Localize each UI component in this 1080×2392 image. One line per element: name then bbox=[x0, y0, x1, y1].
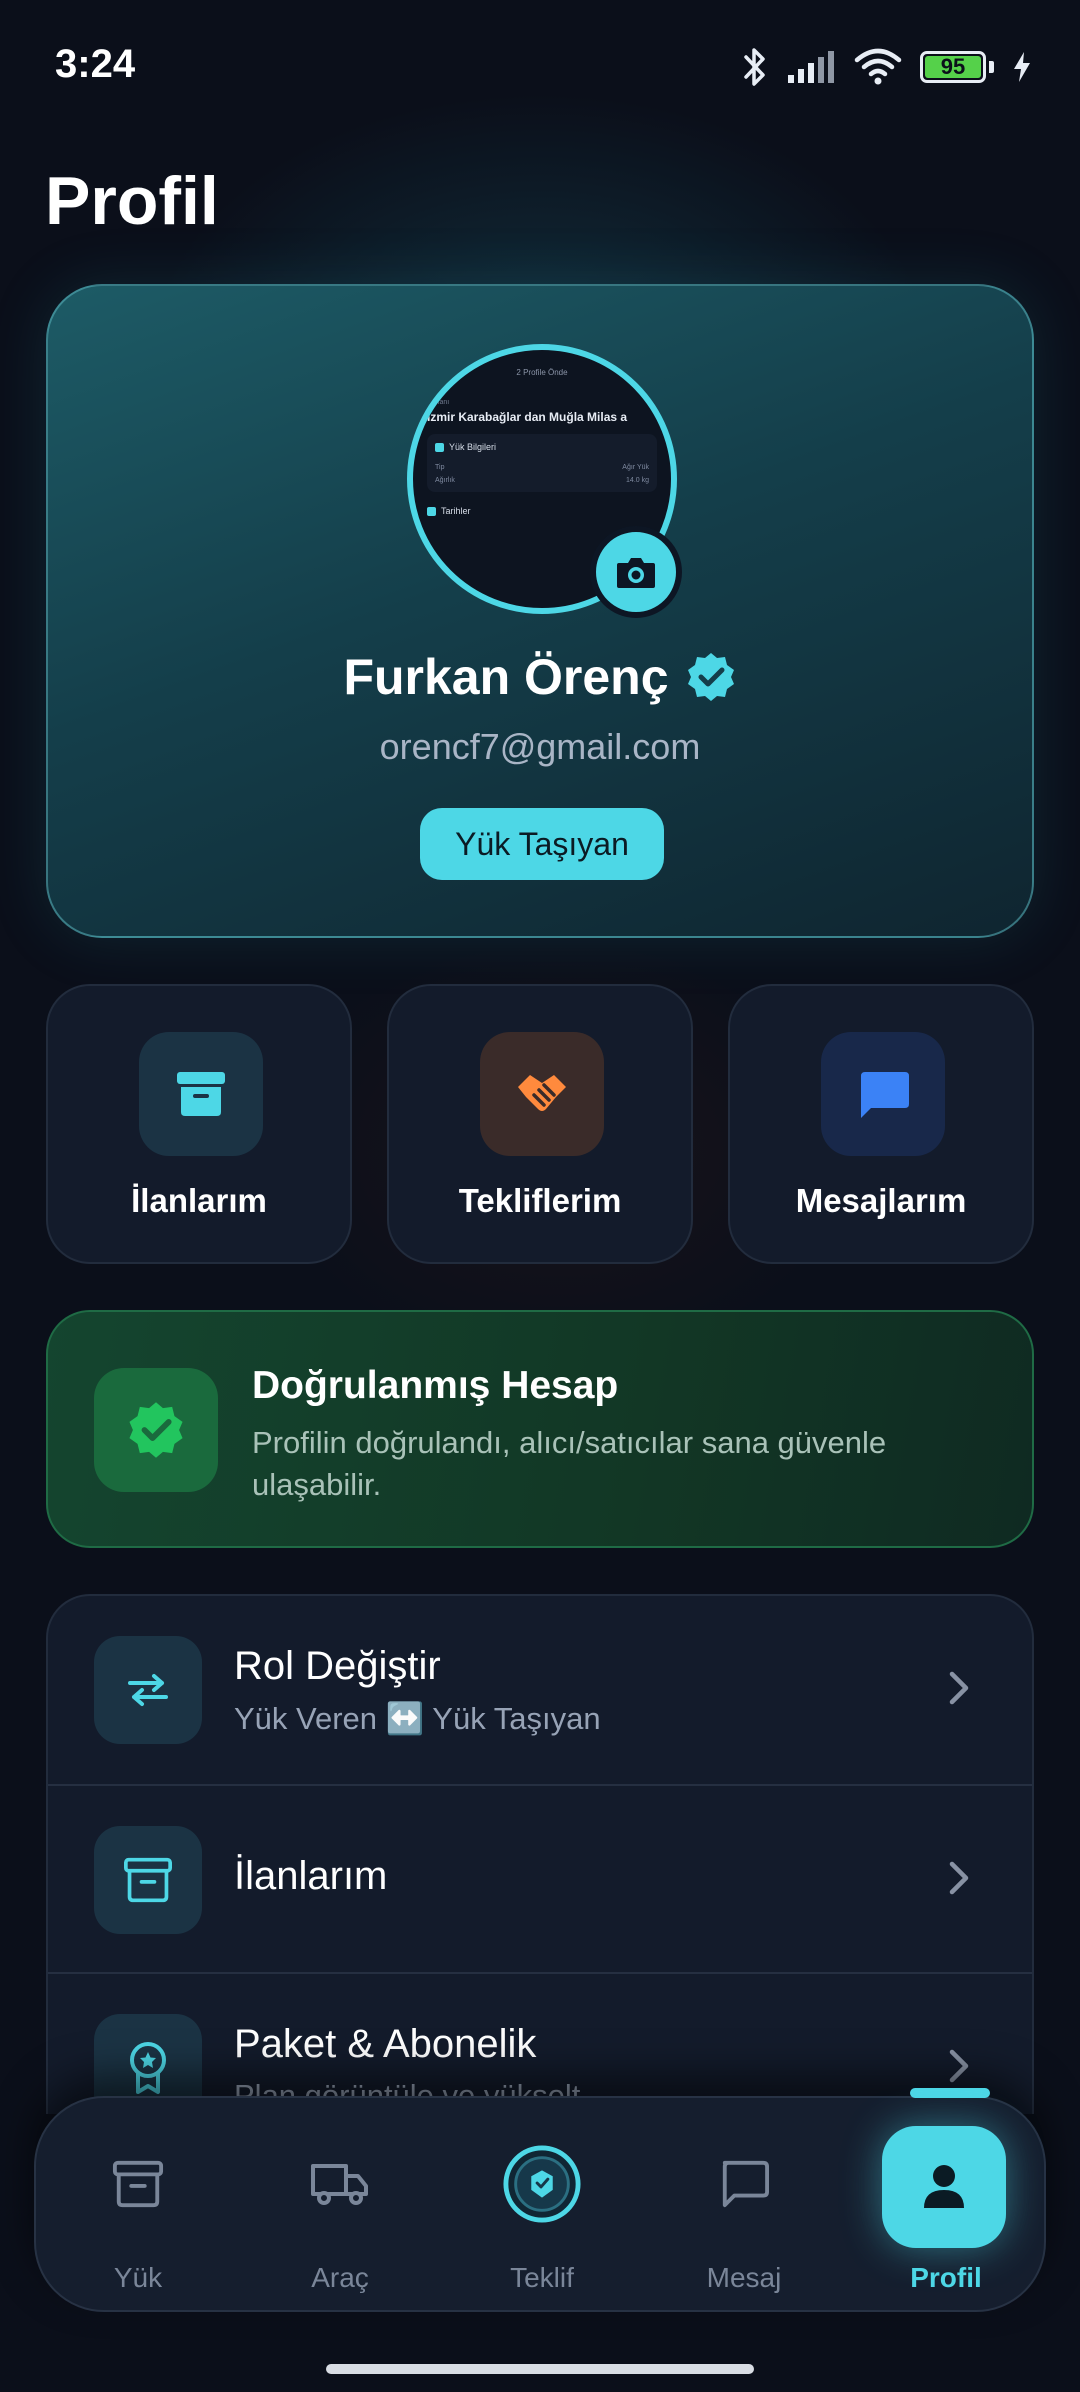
quick-action-label: Mesajlarım bbox=[795, 1182, 967, 1219]
menu-item-title: Rol Değiştir bbox=[234, 1644, 441, 1688]
nav-tab-teklif[interactable]: Teklif bbox=[442, 2098, 642, 2314]
chat-bubble-icon bbox=[861, 1072, 909, 1118]
quick-action-label: Tekliflerim bbox=[458, 1182, 622, 1219]
nav-label: Profil bbox=[910, 2262, 982, 2293]
verified-description: Profilin doğrulandı, alıcı/satıcılar san… bbox=[252, 1425, 887, 1502]
chat-bubble-icon bbox=[722, 2160, 769, 2208]
change-photo-button[interactable] bbox=[590, 526, 682, 618]
menu-item-subtitle: Yük Veren ↔️ Yük Taşıyan bbox=[234, 1701, 601, 1736]
archive-box-icon bbox=[124, 1857, 172, 1903]
home-indicator[interactable] bbox=[326, 2364, 754, 2374]
nav-label: Araç bbox=[311, 2262, 369, 2293]
quick-action-ilanlarim[interactable]: İlanlarım bbox=[46, 984, 352, 1264]
archive-box-icon bbox=[177, 1072, 225, 1116]
award-badge-icon bbox=[130, 2042, 166, 2094]
camera-icon bbox=[617, 558, 655, 588]
menu-item-rol-degistir[interactable]: Rol Değiştir Yük Veren ↔️ Yük Taşıyan bbox=[48, 1596, 1032, 1784]
person-icon bbox=[924, 2165, 964, 2208]
quick-action-mesajlarim[interactable]: Mesajlarım bbox=[728, 984, 1034, 1264]
truck-icon bbox=[311, 2164, 368, 2205]
profile-card: 2 Profile Önde İlk İlanı İzmir Karabağla… bbox=[46, 284, 1034, 938]
menu-item-title: İlanlarım bbox=[234, 1854, 388, 1898]
status-icons: 95 bbox=[742, 46, 1032, 88]
profile-name: Furkan Örenç bbox=[343, 649, 669, 705]
offer-badge-icon bbox=[503, 2145, 581, 2223]
menu-item-title: Paket & Abonelik bbox=[234, 2022, 537, 2066]
nav-tab-profil[interactable]: Profil bbox=[846, 2088, 1046, 2314]
quick-action-label: İlanlarım bbox=[131, 1182, 267, 1219]
nav-tab-arac[interactable]: Araç bbox=[240, 2098, 440, 2314]
verified-title: Doğrulanmış Hesap bbox=[252, 1364, 619, 1407]
verified-seal-icon bbox=[129, 1402, 183, 1458]
profile-screen: 3:24 95 Profil 2 Profile Önde İlk İlanı … bbox=[0, 0, 1080, 2392]
menu-item-ilanlarim[interactable]: İlanlarım bbox=[48, 1784, 1032, 1972]
battery-level: 95 bbox=[940, 54, 966, 79]
nav-tab-yuk[interactable]: Yük bbox=[38, 2098, 238, 2314]
charging-bolt-icon bbox=[1014, 52, 1030, 82]
quick-action-tekliflerim[interactable]: Tekliflerim bbox=[387, 984, 693, 1264]
battery-tip bbox=[989, 61, 994, 73]
profile-email: orencf7@gmail.com bbox=[379, 726, 701, 767]
signal-icon bbox=[788, 51, 834, 83]
nav-label: Yük bbox=[113, 2262, 163, 2293]
chevron-right-icon bbox=[949, 1671, 969, 1705]
chevron-right-icon bbox=[949, 1861, 969, 1895]
chevron-right-icon bbox=[949, 2049, 969, 2083]
swap-arrows-icon bbox=[128, 1674, 168, 1706]
wifi-icon bbox=[854, 48, 902, 85]
battery-indicator: 95 bbox=[920, 51, 986, 83]
verified-account-card: Doğrulanmış Hesap Profilin doğrulandı, a… bbox=[46, 1310, 1034, 1548]
bottom-navigation: Yük Araç Teklif Mesaj Profil bbox=[34, 2088, 1046, 2314]
nav-label: Teklif bbox=[510, 2262, 574, 2293]
status-bar: 3:24 95 bbox=[0, 0, 1080, 130]
archive-box-icon bbox=[112, 2160, 164, 2208]
menu-item-paket-abonelik[interactable]: Paket & Abonelik Plan görüntüle ve yükse… bbox=[48, 1972, 1032, 2114]
settings-menu: Rol Değiştir Yük Veren ↔️ Yük Taşıyan İl… bbox=[46, 1594, 1034, 2114]
role-badge[interactable]: Yük Taşıyan bbox=[420, 808, 664, 880]
nav-label: Mesaj bbox=[706, 2262, 782, 2293]
bluetooth-icon bbox=[744, 48, 765, 86]
status-time: 3:24 bbox=[55, 42, 136, 86]
verified-badge-icon bbox=[687, 653, 734, 701]
page-title: Profil bbox=[45, 163, 219, 239]
nav-tab-mesaj[interactable]: Mesaj bbox=[644, 2098, 844, 2314]
active-tab-indicator bbox=[910, 2088, 990, 2098]
handshake-icon bbox=[518, 1075, 566, 1111]
